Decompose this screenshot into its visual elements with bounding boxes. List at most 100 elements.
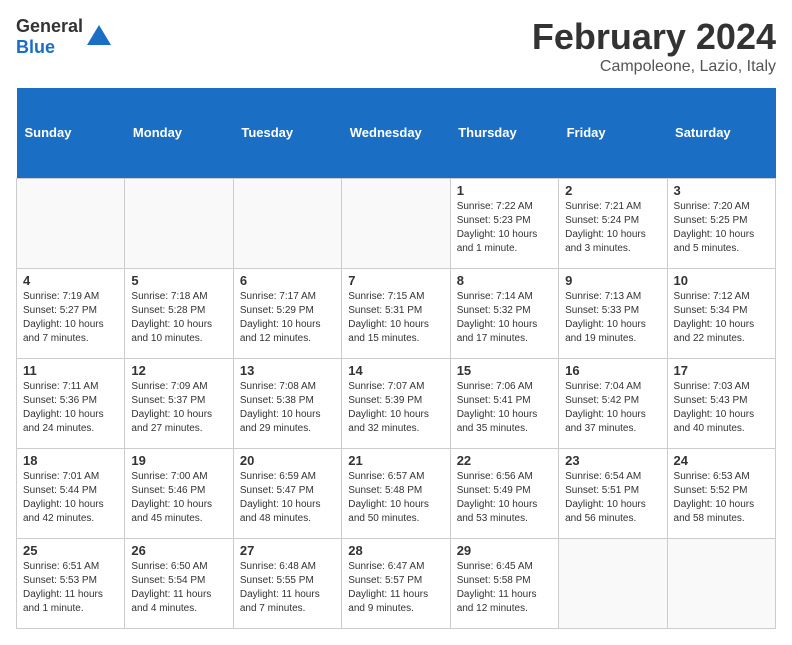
day-number: 21 <box>348 453 443 468</box>
day-number: 20 <box>240 453 335 468</box>
header-friday: Friday <box>559 88 667 178</box>
day-number: 3 <box>674 183 769 198</box>
calendar-cell: 29Sunrise: 6:45 AM Sunset: 5:58 PM Dayli… <box>450 538 558 628</box>
header-monday: Monday <box>125 88 233 178</box>
day-info: Sunrise: 7:20 AM Sunset: 5:25 PM Dayligh… <box>674 200 769 256</box>
day-info: Sunrise: 7:17 AM Sunset: 5:29 PM Dayligh… <box>240 290 335 346</box>
day-number: 1 <box>457 183 552 198</box>
day-number: 7 <box>348 273 443 288</box>
day-info: Sunrise: 6:50 AM Sunset: 5:54 PM Dayligh… <box>131 560 226 616</box>
calendar-cell: 7 Sunrise: 7:15 AM Sunset: 5:31 PM Daylig… <box>342 268 450 358</box>
calendar-subtitle: Campoleone, Lazio, Italy <box>532 58 776 76</box>
day-info: Sunrise: 6:56 AM Sunset: 5:49 PM Dayligh… <box>457 470 552 526</box>
calendar-week-4: 18 Sunrise: 7:01 AM Sunset: 5:44 PM Dayli… <box>17 448 776 538</box>
calendar-cell <box>342 178 450 268</box>
calendar-cell: 20Sunrise: 6:59 AM Sunset: 5:47 PM Dayli… <box>233 448 341 538</box>
day-number: 28 <box>348 543 443 558</box>
day-number: 15 <box>457 363 552 378</box>
calendar-cell: 24 Sunrise: 6:53 AM Sunset: 5:52 PM Dayli… <box>667 448 775 538</box>
day-number: 22 <box>457 453 552 468</box>
calendar-cell: 15 Sunrise: 7:06 AM Sunset: 5:41 PM Dayli… <box>450 358 558 448</box>
logo-icon <box>85 23 113 51</box>
day-number: 26 <box>131 543 226 558</box>
calendar-cell: 1 Sunrise: 7:22 AM Sunset: 5:23 PM Daylig… <box>450 178 558 268</box>
calendar-cell: 16 Sunrise: 7:04 AM Sunset: 5:42 PM Dayli… <box>559 358 667 448</box>
logo-text: General Blue <box>16 16 83 58</box>
day-info: Sunrise: 7:13 AM Sunset: 5:33 PM Dayligh… <box>565 290 660 346</box>
day-number: 25 <box>23 543 118 558</box>
day-info: Sunrise: 7:19 AM Sunset: 5:27 PM Dayligh… <box>23 290 118 346</box>
calendar-week-3: 11 Sunrise: 7:11 AM Sunset: 5:36 PM Dayli… <box>17 358 776 448</box>
day-info: Sunrise: 7:07 AM Sunset: 5:39 PM Dayligh… <box>348 380 443 436</box>
calendar-cell <box>17 178 125 268</box>
day-number: 6 <box>240 273 335 288</box>
calendar-week-5: 25Sunrise: 6:51 AM Sunset: 5:53 PM Dayli… <box>17 538 776 628</box>
day-info: Sunrise: 7:09 AM Sunset: 5:37 PM Dayligh… <box>131 380 226 436</box>
day-info: Sunrise: 7:04 AM Sunset: 5:42 PM Dayligh… <box>565 380 660 436</box>
day-info: Sunrise: 7:21 AM Sunset: 5:24 PM Dayligh… <box>565 200 660 256</box>
calendar-cell: 26 Sunrise: 6:50 AM Sunset: 5:54 PM Dayli… <box>125 538 233 628</box>
day-info: Sunrise: 7:08 AM Sunset: 5:38 PM Dayligh… <box>240 380 335 436</box>
day-number: 5 <box>131 273 226 288</box>
logo-general: General <box>16 16 83 36</box>
calendar-cell: 27 Sunrise: 6:48 AM Sunset: 5:55 PM Dayli… <box>233 538 341 628</box>
day-number: 19 <box>131 453 226 468</box>
calendar-cell: 3 Sunrise: 7:20 AM Sunset: 5:25 PM Daylig… <box>667 178 775 268</box>
calendar-cell: 18 Sunrise: 7:01 AM Sunset: 5:44 PM Dayli… <box>17 448 125 538</box>
calendar-cell: 4 Sunrise: 7:19 AM Sunset: 5:27 PM Daylig… <box>17 268 125 358</box>
calendar-cell: 2Sunrise: 7:21 AM Sunset: 5:24 PM Daylig… <box>559 178 667 268</box>
day-info: Sunrise: 6:48 AM Sunset: 5:55 PM Dayligh… <box>240 560 335 616</box>
day-info: Sunrise: 6:54 AM Sunset: 5:51 PM Dayligh… <box>565 470 660 526</box>
calendar-cell: 12 Sunrise: 7:09 AM Sunset: 5:37 PM Dayli… <box>125 358 233 448</box>
header-saturday: Saturday <box>667 88 775 178</box>
day-info: Sunrise: 7:22 AM Sunset: 5:23 PM Dayligh… <box>457 200 552 256</box>
calendar-cell: 14 Sunrise: 7:07 AM Sunset: 5:39 PM Dayli… <box>342 358 450 448</box>
day-info: Sunrise: 6:53 AM Sunset: 5:52 PM Dayligh… <box>674 470 769 526</box>
calendar-cell: 25Sunrise: 6:51 AM Sunset: 5:53 PM Dayli… <box>17 538 125 628</box>
day-info: Sunrise: 7:18 AM Sunset: 5:28 PM Dayligh… <box>131 290 226 346</box>
day-number: 24 <box>674 453 769 468</box>
day-number: 13 <box>240 363 335 378</box>
calendar-cell: 13 Sunrise: 7:08 AM Sunset: 5:38 PM Dayli… <box>233 358 341 448</box>
calendar-table: Sunday Monday Tuesday Wednesday Thursday… <box>16 88 776 629</box>
calendar-week-1: 1 Sunrise: 7:22 AM Sunset: 5:23 PM Daylig… <box>17 178 776 268</box>
calendar-cell <box>125 178 233 268</box>
day-info: Sunrise: 6:47 AM Sunset: 5:57 PM Dayligh… <box>348 560 443 616</box>
calendar-cell <box>667 538 775 628</box>
calendar-cell: 28 Sunrise: 6:47 AM Sunset: 5:57 PM Dayli… <box>342 538 450 628</box>
day-info: Sunrise: 7:15 AM Sunset: 5:31 PM Dayligh… <box>348 290 443 346</box>
calendar-cell: 10Sunrise: 7:12 AM Sunset: 5:34 PM Dayli… <box>667 268 775 358</box>
day-number: 4 <box>23 273 118 288</box>
title-area: February 2024 Campoleone, Lazio, Italy <box>532 16 776 76</box>
day-number: 8 <box>457 273 552 288</box>
logo: General Blue <box>16 16 113 58</box>
day-info: Sunrise: 7:06 AM Sunset: 5:41 PM Dayligh… <box>457 380 552 436</box>
calendar-cell: 6 Sunrise: 7:17 AM Sunset: 5:29 PM Daylig… <box>233 268 341 358</box>
calendar-cell: 5 Sunrise: 7:18 AM Sunset: 5:28 PM Daylig… <box>125 268 233 358</box>
day-info: Sunrise: 7:01 AM Sunset: 5:44 PM Dayligh… <box>23 470 118 526</box>
day-info: Sunrise: 7:14 AM Sunset: 5:32 PM Dayligh… <box>457 290 552 346</box>
day-info: Sunrise: 7:11 AM Sunset: 5:36 PM Dayligh… <box>23 380 118 436</box>
logo-blue: Blue <box>16 37 55 57</box>
day-number: 16 <box>565 363 660 378</box>
day-number: 27 <box>240 543 335 558</box>
calendar-cell: 23Sunrise: 6:54 AM Sunset: 5:51 PM Dayli… <box>559 448 667 538</box>
header-thursday: Thursday <box>450 88 558 178</box>
day-info: Sunrise: 6:57 AM Sunset: 5:48 PM Dayligh… <box>348 470 443 526</box>
calendar-cell <box>233 178 341 268</box>
day-number: 12 <box>131 363 226 378</box>
calendar-cell: 21 Sunrise: 6:57 AM Sunset: 5:48 PM Dayli… <box>342 448 450 538</box>
day-info: Sunrise: 7:03 AM Sunset: 5:43 PM Dayligh… <box>674 380 769 436</box>
day-number: 10 <box>674 273 769 288</box>
calendar-cell <box>559 538 667 628</box>
calendar-week-2: 4 Sunrise: 7:19 AM Sunset: 5:27 PM Daylig… <box>17 268 776 358</box>
day-number: 14 <box>348 363 443 378</box>
day-number: 18 <box>23 453 118 468</box>
calendar-cell: 11 Sunrise: 7:11 AM Sunset: 5:36 PM Dayli… <box>17 358 125 448</box>
calendar-cell: 17Sunrise: 7:03 AM Sunset: 5:43 PM Dayli… <box>667 358 775 448</box>
day-number: 29 <box>457 543 552 558</box>
page-header: General Blue February 2024 Campoleone, L… <box>16 16 776 76</box>
calendar-cell: 8 Sunrise: 7:14 AM Sunset: 5:32 PM Daylig… <box>450 268 558 358</box>
day-number: 11 <box>23 363 118 378</box>
header-tuesday: Tuesday <box>233 88 341 178</box>
